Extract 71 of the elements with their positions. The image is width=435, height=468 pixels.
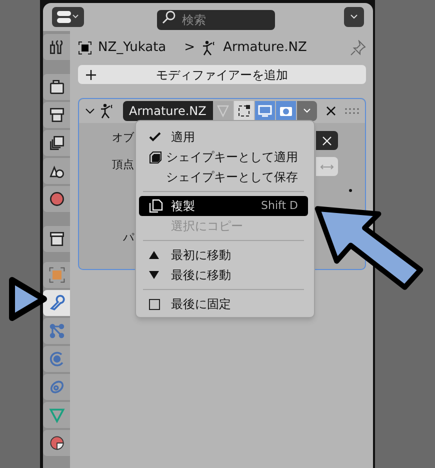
dashed-square-icon [237,104,251,118]
properties-tab[interactable] [43,226,70,252]
add-modifier-button[interactable]: モディファイアーを追加 [78,65,366,84]
world-icon [48,190,66,208]
check-icon [149,131,161,143]
camera-icon [279,104,293,118]
menu-dropdown-button[interactable] [297,101,317,121]
collapse-chevron-icon[interactable] [85,106,95,116]
object-name: NZ_Yukata [98,39,166,58]
menu-item[interactable]: 最後に移動 [139,265,308,285]
field-label: パ [123,230,134,246]
double-arrow-icon [320,162,334,170]
properties-tab[interactable] [43,130,70,156]
menu-item[interactable]: 適用 [139,127,308,147]
edit-mode-toggle[interactable] [234,101,254,121]
data-icon [48,406,66,424]
output-icon [48,106,66,124]
breadcrumb-separator: > [184,39,196,58]
pin-icon[interactable] [350,40,366,56]
menu-item[interactable]: シェイプキーとして適用 [139,147,308,167]
options-dropdown-button[interactable] [344,7,364,27]
down-triangle-icon [149,270,159,280]
properties-tab[interactable] [43,74,70,100]
menu-item[interactable]: シェイプキーとして保存 [139,167,308,187]
material-icon [48,434,66,452]
mesh-object-icon [78,41,92,55]
armature-icon [99,103,115,119]
clear-button[interactable] [316,131,338,150]
chevron-down-icon [349,13,359,21]
object-icon [48,266,66,284]
search-icon [162,10,176,24]
editor-type-icon [56,10,80,24]
vertex-triangle-toggle[interactable] [213,101,233,121]
properties-tab[interactable] [43,186,70,212]
pointer-triangle [8,276,48,322]
monitor-toggle[interactable] [255,101,275,121]
close-icon [322,136,332,146]
tool-icon [48,38,66,56]
properties-tab[interactable] [43,290,70,316]
field-label: 頂点 [112,157,134,173]
constraints-icon [48,378,66,396]
render-icon [48,78,66,96]
triangle-icon [216,104,230,118]
armature-name: Armature.NZ [223,39,307,58]
up-triangle-icon [149,250,159,260]
menu-item[interactable]: 最後に固定 [139,294,308,314]
properties-tab[interactable] [43,158,70,184]
editor-type-button[interactable] [52,7,84,27]
invert-toggle[interactable] [316,157,338,176]
properties-tab[interactable] [43,102,70,128]
menu-item[interactable]: 複製 Shift D [139,196,308,216]
modifier-name-field[interactable]: Armature.NZ [123,101,213,121]
properties-tab[interactable] [43,430,70,456]
drag-handle-icon[interactable] [345,108,359,114]
particles-icon [48,322,66,340]
collection-icon [48,230,66,248]
wrench-icon [48,294,66,312]
physics-icon [48,350,66,368]
duplicate-icon [149,199,163,213]
monitor-icon [258,104,272,118]
chevron-down-icon [302,107,312,115]
camera-toggle[interactable] [276,101,296,121]
menu-item[interactable]: 最初に移動 [139,245,308,265]
field-label: オブ [112,130,134,146]
checkbox-icon [149,298,160,310]
close-icon[interactable] [325,105,337,117]
shape-key-icon [149,150,162,164]
search-field[interactable]: 検索 [157,10,275,30]
view-layer-icon [48,134,66,152]
plus-icon [86,70,96,80]
properties-tab[interactable] [43,34,70,60]
